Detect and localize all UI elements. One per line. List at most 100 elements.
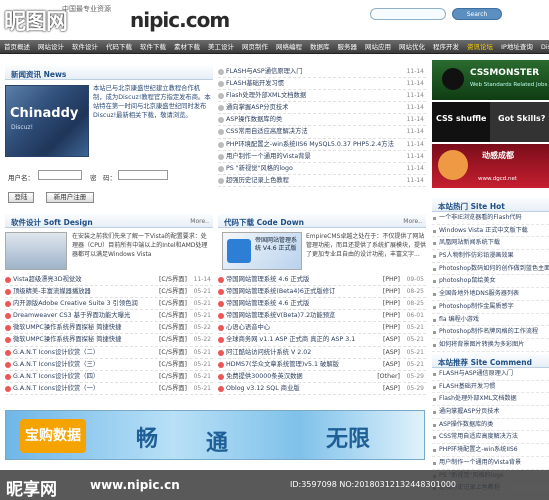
list-item-title[interactable]: Oblog v3.12 SQL 商业版 — [226, 383, 300, 394]
list-item-title[interactable]: 用户制作一个通用的Vista背景 — [226, 151, 311, 162]
sidebar-link[interactable]: fla 编程小游戏 — [432, 314, 549, 327]
sidebar-link[interactable]: 一个非IE浏览器看的Flash代码 — [432, 212, 549, 225]
list-item[interactable]: 帝国网站管理系统(Beta4)6正式版修订 [PHP] 08-25 — [218, 286, 426, 299]
list-item-title[interactable]: 通向掌握ASP分页技术 — [226, 102, 288, 113]
username-field[interactable] — [38, 170, 82, 180]
code-download-thumb[interactable]: 帝国网站管理系统 V4.6 正式版 — [222, 232, 302, 270]
sidebar-link[interactable]: Photoshop数码如何的创作做到蓝色主面 — [432, 263, 549, 276]
sidebar-link[interactable]: ASP操作数据库的类 — [432, 419, 549, 432]
list-item[interactable]: 心语心语音中心 [PHP] 05-21 — [218, 322, 426, 335]
list-item-title[interactable]: 顶级精美-丰富流媒器播放器 — [13, 286, 91, 297]
list-item-title[interactable]: 微软UMPC操作系统界面探秘 简捷快捷 — [13, 334, 121, 345]
nav-item[interactable]: 资讯论坛 — [463, 40, 497, 53]
nav-item[interactable]: 软件设计 — [68, 40, 102, 53]
list-item[interactable]: 帝国网站管理系统 4.6 正式版 [PHP] 09-05 — [218, 274, 426, 287]
list-item-category[interactable]: [ASP] — [383, 383, 400, 394]
ad-css-shuffle[interactable]: CSS shuffle Got Skills? — [432, 102, 549, 142]
password-field[interactable] — [118, 170, 168, 180]
list-item[interactable]: 帝国网站管理系统 4.6 正式版 [PHP] 08-25 — [218, 298, 426, 311]
list-item-title[interactable]: ASP操作数据库的类 — [226, 114, 282, 125]
list-item-title[interactable]: PHP环境配置之-win系统IIS6 MySQL5.0.37 PHP5.2.4方… — [226, 139, 394, 150]
list-item-category[interactable]: [ASP] — [383, 334, 400, 345]
software-design-more-link[interactable]: More.. — [190, 218, 209, 225]
nav-item[interactable]: 网站优化 — [395, 40, 429, 53]
list-item-title[interactable]: G.A.N.T Icons设计欣赏（一） — [13, 383, 99, 394]
list-item-title[interactable]: Vista超级漂亮3D视觉效 — [13, 274, 81, 285]
nav-item[interactable]: 数据库 — [306, 40, 334, 53]
search-button[interactable]: Search — [452, 8, 502, 20]
list-item-category[interactable]: [PHP] — [383, 322, 400, 333]
list-item-category[interactable]: [ASP] — [383, 347, 400, 358]
sidebar-link[interactable]: 凤凰网站新闻系统下载 — [432, 237, 549, 251]
sidebar-link[interactable]: PHP环境配置之-win系统IIS6 — [432, 444, 549, 457]
list-item-title[interactable]: 帝国网站管理系统 4.6 正式版 — [226, 298, 309, 309]
sidebar-link[interactable]: FLASH基础开发习惯 — [432, 381, 549, 394]
nav-item[interactable]: IP地址查询 — [497, 40, 537, 53]
sidebar-link[interactable]: 全国各地外地DNS服务器列表 — [432, 288, 549, 301]
list-item[interactable]: FLASH与ASP通信原理入门 11-14 — [218, 66, 426, 79]
nav-item[interactable]: 程序开发 — [429, 40, 463, 53]
banner-ad[interactable]: 宝购数据 畅 通 无限 — [5, 410, 425, 460]
list-item-category[interactable]: [PHP] — [383, 274, 400, 285]
sidebar-link[interactable]: CSS常用自适应高度解决方法 — [432, 431, 549, 445]
list-item-title[interactable]: Flash处理外部XML文档数据 — [226, 90, 306, 101]
list-item-category[interactable]: [ASP] — [383, 359, 400, 370]
nav-item[interactable]: 网站应用 — [361, 40, 395, 53]
nav-item[interactable]: 软件下载 — [136, 40, 170, 53]
list-item-category[interactable]: [C/S界面] — [159, 371, 187, 382]
list-item-title[interactable]: 帝国网站管理系统(Beta4)6正式版修订 — [226, 286, 335, 297]
list-item-category[interactable]: [C/S界面] — [159, 383, 187, 394]
list-item[interactable]: Oblog v3.12 SQL 商业版 [ASP] 05-29 — [218, 383, 426, 395]
list-item[interactable]: FLASH基础开发习惯 11-14 — [218, 78, 426, 91]
list-item-title[interactable]: 阿江酷站访问统计系统 V 2.02 — [226, 347, 311, 358]
sidebar-link[interactable]: FLASH与ASP通信原理入门 — [432, 368, 549, 381]
list-item-category[interactable]: [PHP] — [383, 298, 400, 309]
register-button[interactable]: 新用户注册 — [46, 192, 94, 203]
list-item[interactable]: 顶级精美-丰富流媒器播放器 [C/S界面] 05-21 — [5, 286, 213, 299]
list-item-title[interactable]: 免费提供30000条英汉数据 — [226, 371, 303, 382]
list-item-category[interactable]: [C/S界面] — [159, 286, 187, 297]
sidebar-link[interactable]: 如何将背景图片转换为多彩图片 — [432, 339, 549, 352]
nav-item[interactable]: Discuz — [537, 40, 549, 53]
news-summary[interactable]: 本站已与北京康盛世纪建立教程合作机制，成为Discuz!教程官方指定发布商。本站… — [93, 84, 211, 120]
list-item-category[interactable]: [C/S界面] — [159, 334, 187, 345]
list-item-title[interactable]: 帝国网站管理系统 4.6 正式版 — [226, 274, 309, 285]
list-item[interactable]: 通向掌握ASP分页技术 11-14 — [218, 102, 426, 115]
list-item-title[interactable]: 超强历史记录上色教程 — [226, 175, 289, 186]
list-item-title[interactable]: Dreamweaver CS3 基于界面功能大曝光 — [13, 310, 130, 321]
search-input[interactable] — [370, 8, 446, 20]
list-item[interactable]: 阿江酷站访问统计系统 V 2.02 [ASP] 05-21 — [218, 347, 426, 359]
list-item-title[interactable]: FLASH与ASP通信原理入门 — [226, 66, 303, 77]
list-item[interactable]: 内开源版Adobe Creative Suite 3 引领色润 [C/S界面] 05… — [5, 298, 213, 311]
nav-item[interactable]: 首页概述 — [0, 40, 34, 53]
list-item[interactable]: HDMS7(华众文章系统管理)v5.1 破解版 [ASP] 05-21 — [218, 359, 426, 371]
nav-item[interactable]: 网站设计 — [34, 40, 68, 53]
list-item[interactable]: 帝国网站管理系统V(Beta)7.2功能预览 [PHP] 06-01 — [218, 310, 426, 323]
sidebar-link[interactable]: photoshop鼠绘美女 — [432, 275, 549, 289]
list-item[interactable]: G.A.N.T Icons设计欣赏（一） [C/S界面] 05-21 — [5, 383, 213, 395]
sidebar-link[interactable]: Flash处理外部XML文档数据 — [432, 393, 549, 407]
list-item[interactable]: 免费提供30000条英汉数据 [Other] 05-29 — [218, 371, 426, 383]
list-item-title[interactable]: 帝国网站管理系统V(Beta)7.2功能预览 — [226, 310, 335, 321]
list-item-title[interactable]: 全球商务网 v1.1 ASP 正式商 真正的 ASP 3.1 — [226, 334, 355, 345]
ad-cssmonster[interactable]: CSSMONSTER Web Standards Related Jobs — [432, 60, 549, 100]
list-item-title[interactable]: G.A.N.T Icons设计欣赏（四） — [13, 371, 99, 382]
list-item-title[interactable]: 心语心语音中心 — [226, 322, 270, 333]
list-item-title[interactable]: FLASH基础开发习惯 — [226, 78, 284, 89]
list-item[interactable]: 超强历史记录上色教程 11-14 — [218, 175, 426, 187]
list-item[interactable]: Flash处理外部XML文档数据 11-14 — [218, 90, 426, 103]
nav-item[interactable]: 代码下载 — [102, 40, 136, 53]
list-item-category[interactable]: [PHP] — [383, 286, 400, 297]
list-item[interactable]: G.A.N.T Icons设计欣赏（四） [C/S界面] 05-21 — [5, 371, 213, 383]
nav-item[interactable]: 美工设计 — [204, 40, 238, 53]
list-item[interactable]: Vista超级漂亮3D视觉效 [C/S界面] 11-14 — [5, 274, 213, 287]
sidebar-link[interactable]: Photoshop制作名牌风格的工作流程 — [432, 326, 549, 339]
code-download-more-link[interactable]: More.. — [403, 218, 422, 225]
sidebar-link[interactable]: Windows Vista 正式中文版下载 — [432, 225, 549, 238]
list-item[interactable]: 全球商务网 v1.1 ASP 正式商 真正的 ASP 3.1 [ASP] 05-21 — [218, 334, 426, 347]
list-item-category[interactable]: [C/S界面] — [159, 359, 187, 370]
list-item-category[interactable]: [C/S界面] — [159, 322, 187, 333]
sidebar-link[interactable]: PS人物制作仿彩铅漫画效果 — [432, 250, 549, 263]
sidebar-link[interactable]: 用户制作一个通用的Vista背景 — [432, 457, 549, 470]
list-item[interactable]: CSS常用自适应高度解决方法 11-14 — [218, 126, 426, 139]
